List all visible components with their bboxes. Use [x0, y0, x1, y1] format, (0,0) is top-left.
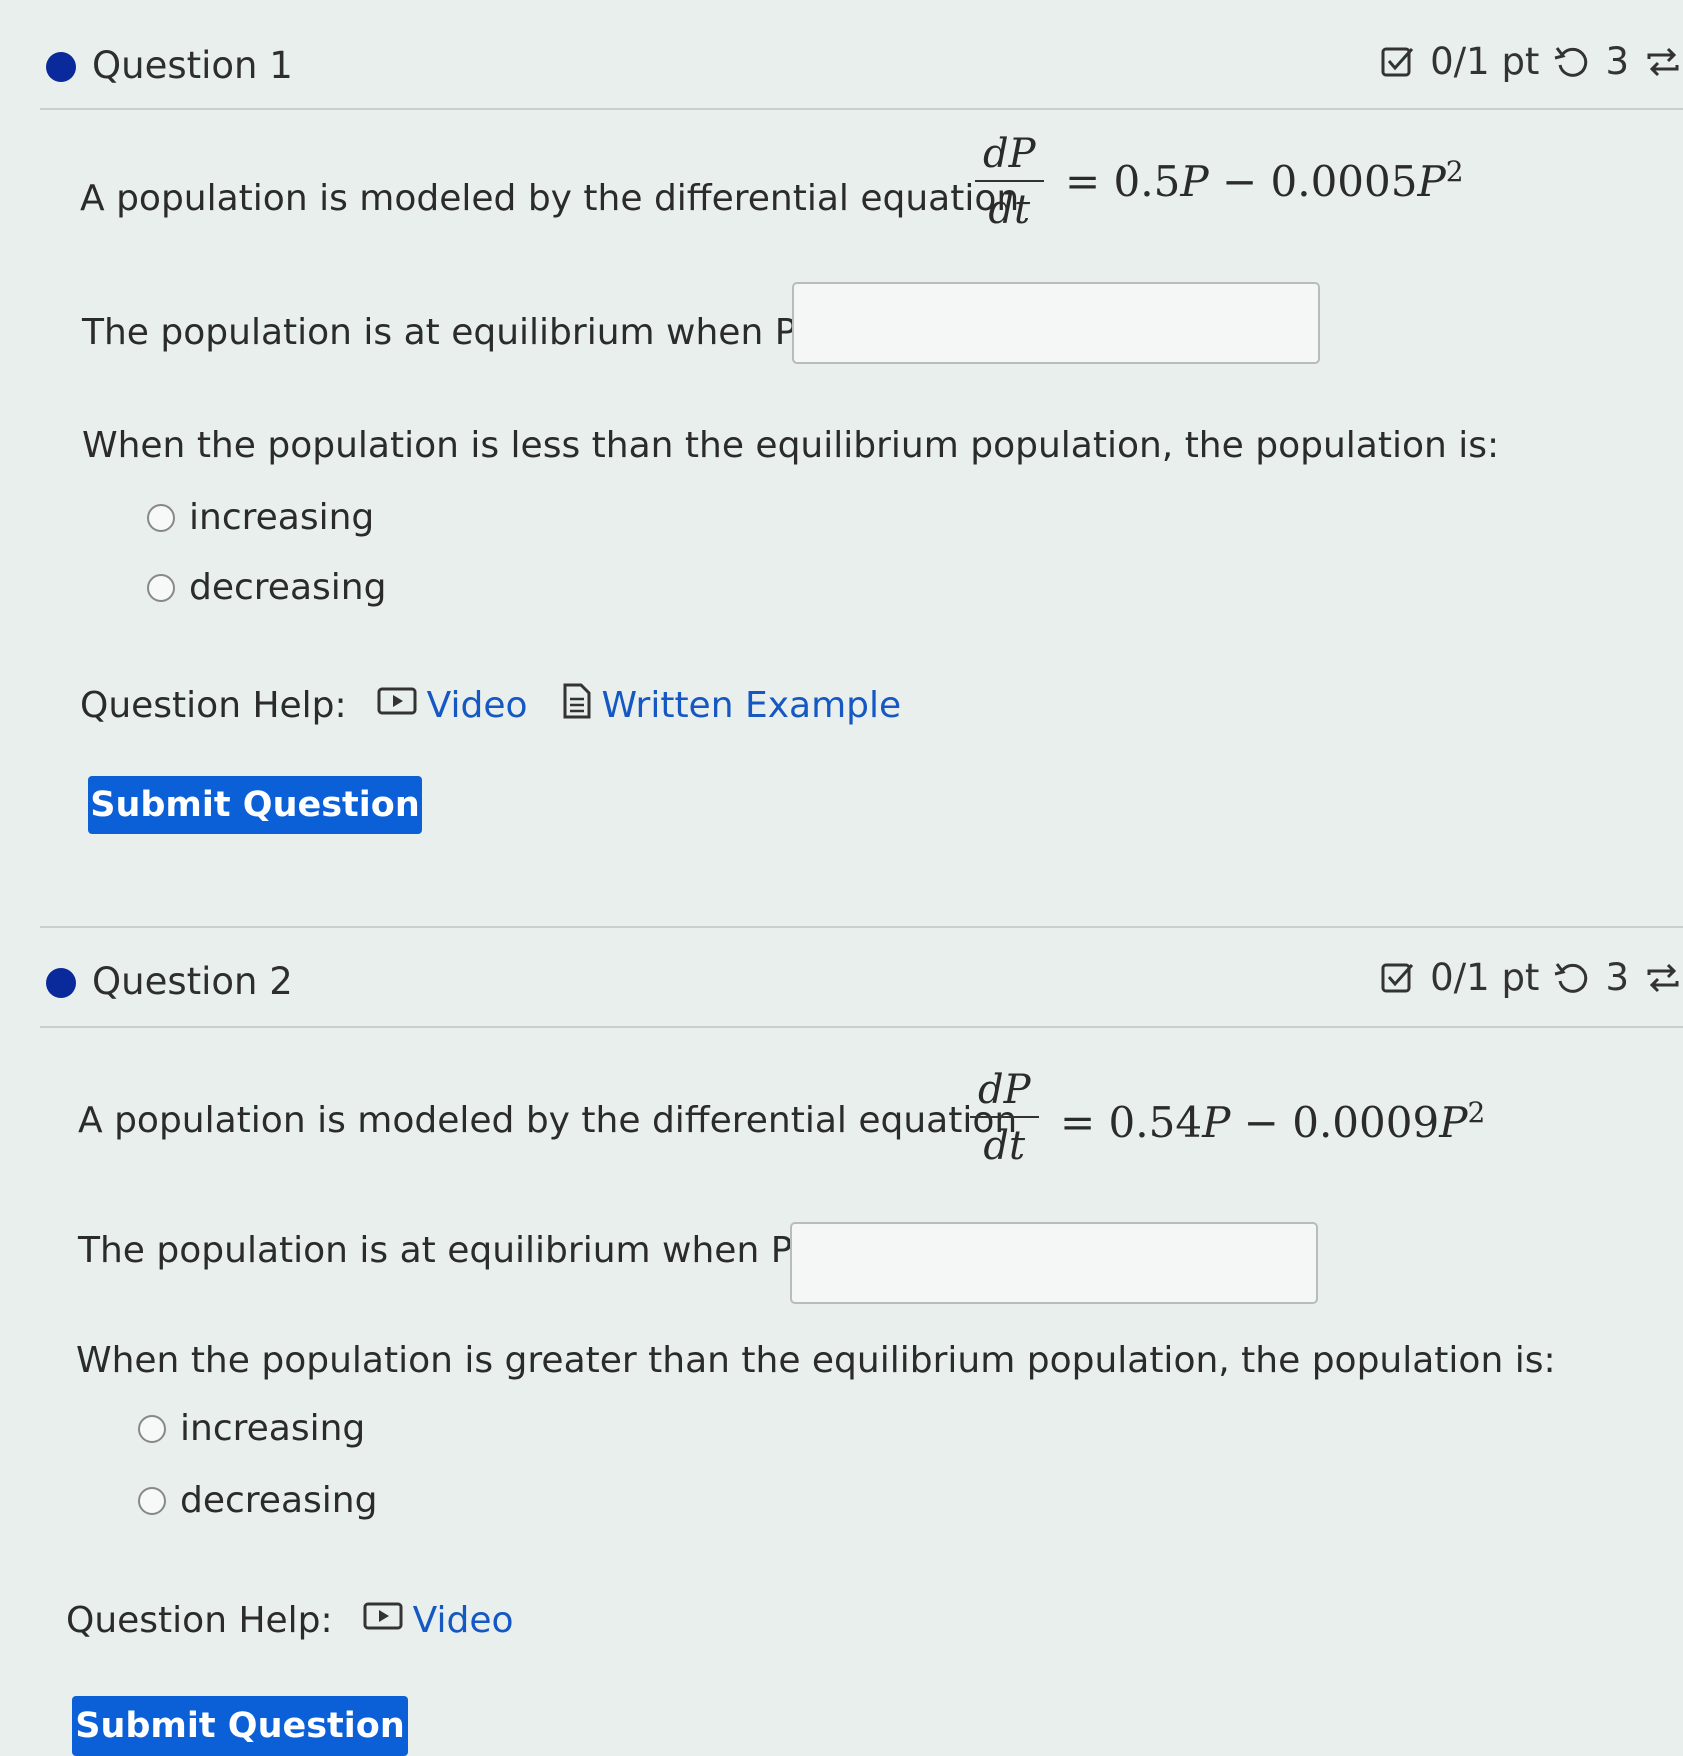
- derivative-fraction: dP dt: [970, 1064, 1039, 1174]
- question-status-dot: [46, 968, 76, 998]
- option-increasing[interactable]: increasing: [147, 497, 374, 538]
- question-help: Question Help: Video: [66, 1600, 548, 1641]
- minus-sign: −: [1208, 157, 1271, 206]
- variable-p-squared: P: [1417, 157, 1446, 206]
- behavior-prompt: When the population is less than the equ…: [82, 425, 1500, 466]
- written-example-link[interactable]: Written Example: [562, 682, 902, 729]
- radio-button[interactable]: [147, 503, 175, 532]
- video-icon: [363, 1600, 403, 1641]
- video-icon: [377, 685, 417, 726]
- derivative-denominator: dt: [983, 1123, 1026, 1169]
- question-meta: 0/1 pt 3: [1380, 40, 1683, 83]
- help-label: Question Help:: [66, 1600, 333, 1641]
- document-icon: [562, 682, 592, 729]
- question-title: Question 2: [92, 960, 293, 1003]
- checkbox-icon: [1380, 44, 1416, 80]
- header-divider: [40, 108, 1683, 110]
- question-help: Question Help: Video Written Example: [80, 682, 935, 729]
- points-value: 0/1 pt: [1430, 40, 1540, 83]
- equilibrium-answer-input[interactable]: [792, 282, 1320, 364]
- equilibrium-answer-input[interactable]: [790, 1222, 1318, 1304]
- equation-prefix: A population is modeled by the different…: [78, 1100, 1018, 1141]
- radio-button[interactable]: [138, 1486, 166, 1515]
- checkbox-icon: [1380, 960, 1416, 996]
- attempts-count: 3: [1605, 956, 1629, 999]
- video-link-label: Video: [412, 1600, 514, 1641]
- equilibrium-prompt: The population is at equilibrium when P …: [82, 312, 839, 353]
- equals-sign: =: [1060, 1098, 1109, 1147]
- question-header: Question 2 0/1 pt 3: [40, 956, 1683, 1026]
- option-label: decreasing: [180, 1480, 378, 1521]
- coefficient-2: 0.0005: [1270, 157, 1418, 206]
- equilibrium-prompt: The population is at equilibrium when P …: [78, 1230, 835, 1271]
- variable-p: P: [1202, 1098, 1231, 1147]
- retry-icon[interactable]: [1553, 959, 1591, 997]
- video-link[interactable]: Video: [377, 685, 528, 726]
- variable-p: P: [1180, 157, 1209, 206]
- header-divider: [40, 1026, 1683, 1028]
- option-increasing[interactable]: increasing: [138, 1408, 365, 1449]
- option-decreasing[interactable]: decreasing: [147, 567, 386, 608]
- question-1: Question 1 0/1 pt 3 A population is mode…: [0, 0, 1683, 926]
- points-value: 0/1 pt: [1430, 956, 1540, 999]
- derivative-fraction: dP dt: [975, 128, 1044, 238]
- exponent: 2: [1467, 1096, 1486, 1129]
- equation-rhs: = 0.5P − 0.0005P2: [1065, 155, 1464, 206]
- question-meta: 0/1 pt 3: [1380, 956, 1683, 999]
- coefficient-1: 0.54: [1108, 1098, 1203, 1147]
- refresh-icon[interactable]: [1643, 43, 1683, 81]
- attempts-count: 3: [1605, 40, 1629, 83]
- derivative-numerator: dP: [970, 1064, 1039, 1118]
- option-label: decreasing: [189, 567, 387, 608]
- option-decreasing[interactable]: decreasing: [138, 1480, 377, 1521]
- equation-prefix: A population is modeled by the different…: [80, 178, 1020, 219]
- video-link[interactable]: Video: [363, 1600, 514, 1641]
- coefficient-1: 0.5: [1113, 157, 1181, 206]
- minus-sign: −: [1230, 1098, 1293, 1147]
- behavior-prompt: When the population is greater than the …: [76, 1340, 1556, 1381]
- question-2: Question 2 0/1 pt 3 A population is mode…: [0, 926, 1683, 1756]
- variable-p-squared: P: [1439, 1098, 1468, 1147]
- coefficient-2: 0.0009: [1292, 1098, 1440, 1147]
- derivative-numerator: dP: [975, 128, 1044, 182]
- help-label: Question Help:: [80, 685, 347, 726]
- question-header: Question 1 0/1 pt 3: [40, 40, 1683, 110]
- written-example-label: Written Example: [601, 685, 902, 726]
- submit-question-button[interactable]: Submit Question: [88, 776, 422, 834]
- question-status-dot: [46, 52, 76, 82]
- equation-rhs: = 0.54P − 0.0009P2: [1060, 1096, 1485, 1147]
- question-title: Question 1: [92, 44, 293, 87]
- equals-sign: =: [1065, 157, 1114, 206]
- option-label: increasing: [180, 1408, 366, 1449]
- retry-icon[interactable]: [1553, 43, 1591, 81]
- radio-button[interactable]: [147, 573, 175, 602]
- option-label: increasing: [189, 497, 375, 538]
- derivative-denominator: dt: [988, 187, 1031, 233]
- video-link-label: Video: [426, 685, 528, 726]
- refresh-icon[interactable]: [1643, 959, 1683, 997]
- submit-question-button[interactable]: Submit Question: [72, 1696, 408, 1756]
- exponent: 2: [1445, 155, 1464, 188]
- radio-button[interactable]: [138, 1414, 166, 1443]
